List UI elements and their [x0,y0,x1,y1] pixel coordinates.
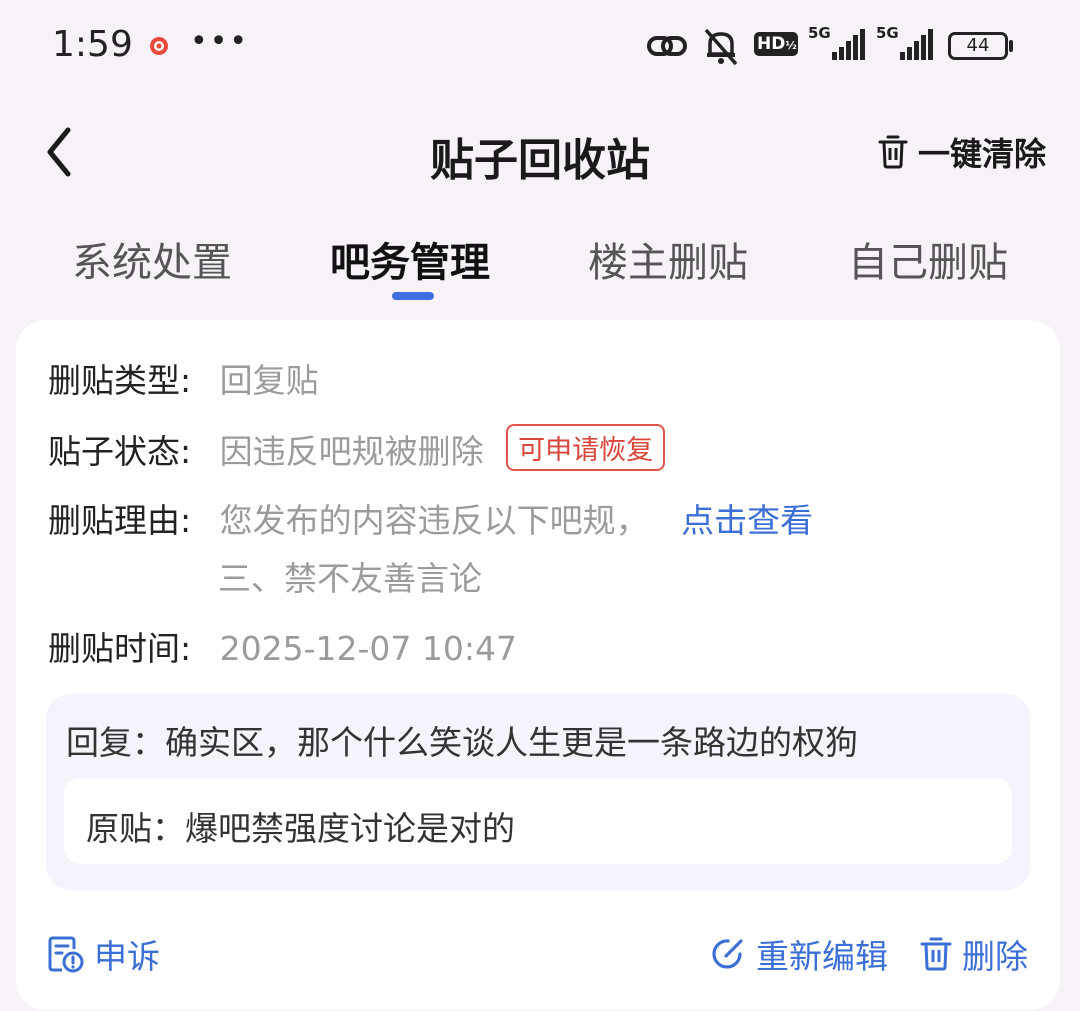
tab-forum-management[interactable]: 吧务管理 [330,230,490,288]
tab-bar: 系统处置 吧务管理 楼主删贴 自己删贴 [0,222,1080,312]
delete-rule-text: 三、禁不友善言论 [218,559,482,598]
app-notification-icon [150,37,168,55]
active-tab-indicator [392,292,434,300]
post-status-value: 因违反吧规被删除 [219,432,484,471]
tab-self-deleted[interactable]: 自己删贴 [848,230,1008,288]
status-more-icon: ••• [190,24,250,59]
clear-all-button[interactable]: 一键清除 [878,130,1046,174]
delete-button[interactable]: 删除 [920,930,1028,978]
trash-icon [920,937,952,971]
edit-icon [712,939,743,969]
delete-time-row: 删贴时间: 2025-12-07 10:47 [48,622,517,670]
link-icon [647,36,687,56]
status-bar: 1:59 ••• HD½ 5G 5G 44 [0,0,1080,92]
delete-type-value: 回复贴 [219,361,319,400]
deleted-post-card: 删贴类型: 回复贴 贴子状态: 因违反吧规被删除 可申请恢复 删贴理由: 您发布… [16,320,1060,1010]
reedit-button[interactable]: 重新编辑 [710,930,888,978]
tab-op-deleted[interactable]: 楼主删贴 [588,230,748,288]
restorable-badge: 可申请恢复 [506,424,666,471]
reply-content: 回复：确实区，那个什么笑谈人生更是一条路边的权狗 [66,723,858,762]
original-post-content: 原贴：爆吧禁强度讨论是对的 [86,809,515,848]
delete-type-row: 删贴类型: 回复贴 [48,354,319,402]
appeal-label: 申诉 [94,937,160,976]
delete-time-value: 2025-12-07 10:47 [219,629,517,668]
battery-icon: 44 [948,26,1016,66]
signal-5g-icon-2: 5G [876,24,938,66]
delete-type-label: 删贴类型: [48,361,192,400]
appeal-icon [48,936,84,973]
delete-label: 删除 [962,937,1028,976]
post-content-box[interactable]: 回复：确实区，那个什么笑谈人生更是一条路边的权狗 原贴：爆吧禁强度讨论是对的 [46,694,1030,890]
appeal-button[interactable]: 申诉 [46,930,160,978]
hd-icon: HD½ [754,26,798,66]
mute-bell-icon [704,28,738,66]
delete-reason-value: 您发布的内容违反以下吧规， [219,501,649,540]
original-post-box[interactable]: 原贴：爆吧禁强度讨论是对的 [64,778,1012,864]
status-time: 1:59 [52,24,133,65]
post-status-row: 贴子状态: 因违反吧规被删除 可申请恢复 [48,424,666,473]
tab-system-handling[interactable]: 系统处置 [72,230,232,288]
view-rules-link[interactable]: 点击查看 [681,501,813,540]
delete-rule-row: 三、禁不友善言论 [218,552,482,600]
delete-time-label: 删贴时间: [48,629,192,668]
post-status-label: 贴子状态: [48,432,192,471]
reedit-label: 重新编辑 [756,937,888,976]
signal-5g-icon-1: 5G [808,24,870,66]
delete-reason-row: 删贴理由: 您发布的内容违反以下吧规， 点击查看 [48,494,813,542]
delete-reason-label: 删贴理由: [48,501,192,540]
trash-icon [878,135,908,169]
clear-all-label: 一键清除 [917,135,1046,173]
